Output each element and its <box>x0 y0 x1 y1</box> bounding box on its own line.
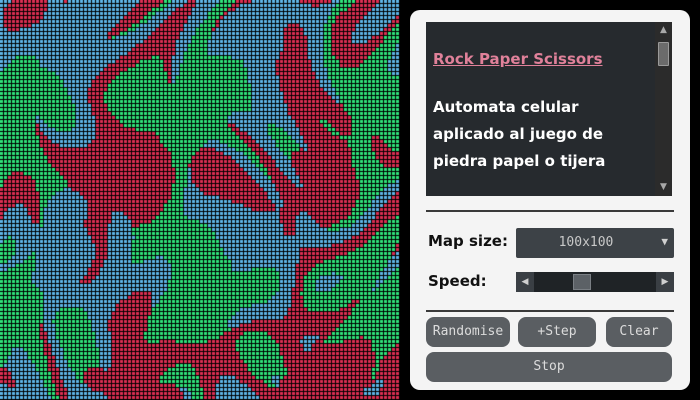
info-description: Automata celular aplicado al juego de pi… <box>433 98 606 170</box>
control-panel: Rock Paper Scissors Automata celular apl… <box>410 10 690 390</box>
chevron-down-icon: ▼ <box>661 235 668 248</box>
speed-slider-thumb[interactable] <box>573 274 591 290</box>
clear-button[interactable]: Clear <box>606 317 672 347</box>
map-size-select[interactable]: 100x100 ▼ <box>516 228 674 258</box>
info-content: Rock Paper Scissors Automata celular apl… <box>433 50 651 175</box>
divider <box>426 310 674 312</box>
divider <box>426 210 674 212</box>
automaton-grid[interactable] <box>0 0 400 400</box>
scroll-down-arrow-icon[interactable]: ▼ <box>655 179 672 196</box>
map-size-label: Map size: <box>428 232 508 250</box>
speed-label: Speed: <box>428 272 487 290</box>
randomise-button[interactable]: Randomise <box>426 317 510 347</box>
info-box: Rock Paper Scissors Automata celular apl… <box>426 22 672 196</box>
scroll-up-arrow-icon[interactable]: ▲ <box>655 22 672 39</box>
slider-left-arrow-icon[interactable]: ◀ <box>516 272 534 292</box>
info-scrollbar[interactable]: ▲ ▼ <box>655 22 672 196</box>
stop-button[interactable]: Stop <box>426 352 672 382</box>
scroll-thumb[interactable] <box>658 42 669 66</box>
info-title-link[interactable]: Rock Paper Scissors <box>433 50 651 68</box>
slider-right-arrow-icon[interactable]: ▶ <box>656 272 674 292</box>
speed-slider[interactable]: ◀ ▶ <box>516 272 674 292</box>
map-size-value: 100x100 <box>558 235 614 250</box>
step-button[interactable]: +Step <box>518 317 596 347</box>
